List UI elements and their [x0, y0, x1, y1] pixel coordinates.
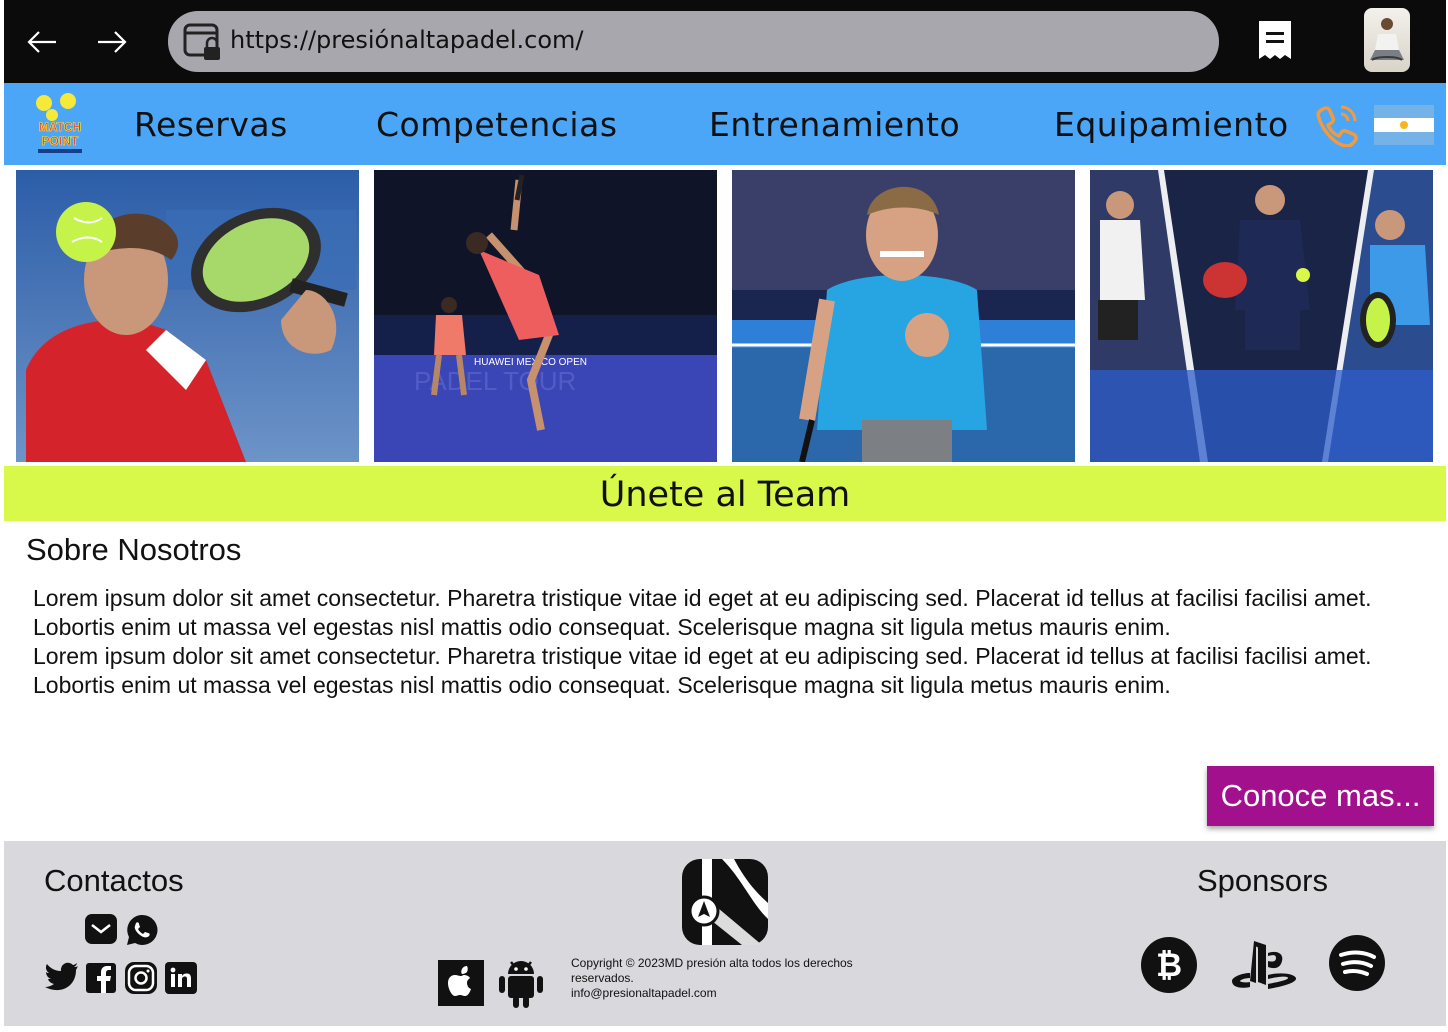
photo-player-celebrating[interactable]: [732, 170, 1075, 462]
address-bar[interactable]: https://presiónaltapadel.com/: [168, 11, 1219, 72]
nav-equipamiento[interactable]: Equipamiento: [1054, 105, 1289, 144]
phone-icon[interactable]: [1314, 103, 1360, 147]
bitcoin-icon[interactable]: ₿: [1140, 936, 1198, 994]
facebook-icon[interactable]: [86, 963, 116, 993]
about-title: Sobre Nosotros: [26, 532, 242, 567]
svg-text:MATCH: MATCH: [39, 120, 81, 134]
footer: Contactos Copyright © 2023MD presión alt…: [4, 841, 1446, 1026]
photo-gallery: HUAWEI MEXICO OPEN PADEL TOUR: [4, 165, 1446, 466]
contacts-title: Contactos: [44, 863, 184, 898]
user-avatar[interactable]: [1364, 8, 1410, 72]
site-navbar: MATCH POINT Reservas Competencias Entren…: [4, 83, 1446, 165]
photo-player-jumping[interactable]: HUAWEI MEXICO OPEN PADEL TOUR: [374, 170, 717, 462]
svg-text:POINT: POINT: [42, 134, 79, 148]
learn-more-button[interactable]: Conoce mas...: [1207, 766, 1434, 826]
app-logo-icon[interactable]: [682, 859, 768, 945]
back-arrow-icon[interactable]: [24, 24, 60, 60]
page: https://presiónaltapadel.com/ MATCH POIN…: [4, 0, 1446, 1026]
browser-toolbar: https://presiónaltapadel.com/: [4, 0, 1446, 83]
twitter-icon[interactable]: [44, 961, 80, 995]
about-paragraph: Lorem ipsum dolor sit amet consectetur. …: [33, 643, 1372, 698]
apple-store-icon[interactable]: [438, 960, 484, 1006]
spotify-icon[interactable]: [1328, 934, 1386, 992]
about-paragraph: Lorem ipsum dolor sit amet consectetur. …: [33, 585, 1372, 640]
sponsors-title: Sponsors: [1197, 863, 1328, 898]
site-lock-icon[interactable]: [182, 21, 224, 63]
argentina-flag-icon[interactable]: [1374, 105, 1434, 145]
nav-competencias[interactable]: Competencias: [376, 105, 618, 144]
instagram-icon[interactable]: [125, 962, 157, 994]
photo-player-red-shirt[interactable]: [16, 170, 359, 462]
svg-text:₿: ₿: [1156, 946, 1182, 984]
photo-players-collage[interactable]: [1090, 170, 1433, 462]
forward-arrow-icon[interactable]: [94, 24, 130, 60]
nav-entrenamiento[interactable]: Entrenamiento: [709, 105, 960, 144]
match-point-logo[interactable]: MATCH POINT: [28, 91, 92, 157]
linkedin-icon[interactable]: [165, 962, 197, 994]
whatsapp-icon[interactable]: [125, 913, 159, 947]
join-team-text[interactable]: Únete al Team: [600, 475, 851, 515]
playstation-icon[interactable]: [1230, 939, 1300, 993]
reader-mode-icon[interactable]: [1254, 18, 1296, 64]
join-team-banner[interactable]: Únete al Team: [4, 466, 1446, 521]
email-icon[interactable]: [85, 914, 117, 944]
footer-email-link[interactable]: info@presionaltapadel.com: [571, 986, 901, 1001]
nav-reservas[interactable]: Reservas: [134, 105, 288, 144]
url-text[interactable]: https://presiónaltapadel.com/: [230, 26, 584, 54]
about-body: Lorem ipsum dolor sit amet consectetur. …: [33, 584, 1413, 700]
copyright-text: Copyright © 2023MD presión alta todos lo…: [571, 956, 901, 1001]
copyright-line: Copyright © 2023MD presión alta todos lo…: [571, 956, 853, 985]
android-icon[interactable]: [496, 956, 546, 1008]
